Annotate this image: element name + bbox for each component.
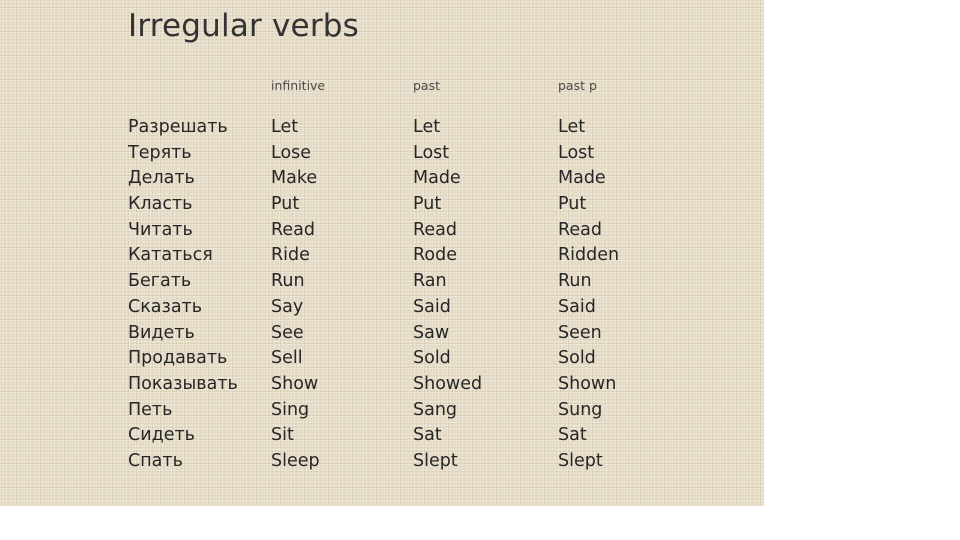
cell-past-participle: Shown: [558, 373, 617, 394]
cell-past-participle: Read: [558, 219, 602, 240]
cell-russian: Спать: [128, 450, 183, 471]
cell-past-participle: Seen: [558, 322, 602, 343]
cell-russian: Петь: [128, 399, 173, 420]
cell-past-participle: Sold: [558, 348, 596, 369]
cell-past-participle: Let: [558, 117, 586, 137]
cell-infinitive: Sleep: [271, 450, 320, 471]
table-row: Сказать Say Said Said: [128, 296, 748, 322]
table-row: Спать Sleep Slept Slept: [128, 450, 748, 476]
cell-past-participle: Sung: [558, 399, 603, 420]
cell-past: Sang: [413, 399, 458, 420]
cell-infinitive: Put: [271, 194, 300, 215]
cell-past: Read: [413, 219, 457, 240]
cell-past: Said: [413, 296, 451, 317]
table-row: Разрешать Let Let Let: [128, 116, 748, 142]
cell-infinitive: Show: [271, 373, 319, 394]
cell-past-participle: Run: [558, 271, 592, 292]
table-row: Продавать Sell Sold Sold: [128, 347, 748, 373]
table-row: Класть Put Put Put: [128, 193, 748, 219]
cell-russian: Показывать: [128, 373, 238, 394]
cell-russian: Бегать: [128, 271, 192, 292]
table-row: Показывать Show Showed Shown: [128, 373, 748, 399]
cell-past-participle: Sat: [558, 425, 587, 446]
cell-infinitive: Make: [271, 168, 318, 189]
cell-past: Sold: [413, 348, 451, 369]
table-row: Терять Lose Lost Lost: [128, 142, 748, 168]
cell-past-participle: Said: [558, 296, 596, 317]
cell-infinitive: Ride: [271, 245, 310, 266]
table-row: Петь Sing Sang Sung: [128, 399, 748, 425]
table-row: Кататься Ride Rode Ridden: [128, 244, 748, 270]
column-header-infinitive: infinitive: [271, 78, 326, 93]
cell-russian: Кататься: [128, 245, 213, 266]
table-row: Бегать Run Ran Run: [128, 270, 748, 296]
slide-content-area: Irregular verbs infinitive past past p Р…: [0, 0, 764, 506]
cell-past: Showed: [413, 373, 483, 394]
cell-past-participle: Made: [558, 168, 606, 189]
cell-infinitive: Lose: [271, 142, 312, 163]
cell-russian: Видеть: [128, 322, 195, 343]
cell-past: Made: [413, 168, 461, 189]
cell-russian: Класть: [128, 194, 193, 215]
cell-russian: Сказать: [128, 296, 203, 317]
table-row: Делать Make Made Made: [128, 167, 748, 193]
cell-past-participle: Slept: [558, 450, 603, 471]
column-header-past: past: [413, 78, 441, 93]
table-row: Сидеть Sit Sat Sat: [128, 424, 748, 450]
cell-infinitive: Run: [271, 271, 305, 292]
cell-past: Ran: [413, 271, 447, 292]
page-title: Irregular verbs: [128, 8, 360, 44]
table-row: Читать Read Read Read: [128, 219, 748, 245]
slide-right-margin: [764, 0, 960, 540]
cell-russian: Продавать: [128, 348, 228, 369]
cell-infinitive: See: [271, 322, 304, 343]
table-row: Видеть See Saw Seen: [128, 322, 748, 348]
cell-past: Rode: [413, 245, 457, 266]
cell-past: Put: [413, 194, 442, 215]
cell-past: Sat: [413, 425, 442, 446]
cell-infinitive: Sell: [271, 348, 303, 369]
cell-infinitive: Let: [271, 117, 299, 137]
cell-russian: Делать: [128, 168, 195, 189]
table-header-row: infinitive past past p: [128, 78, 748, 100]
cell-past: Saw: [413, 322, 450, 343]
slide-canvas: Irregular verbs infinitive past past p Р…: [0, 0, 960, 540]
cell-infinitive: Sing: [271, 399, 310, 420]
cell-russian: Терять: [128, 142, 192, 163]
cell-infinitive: Sit: [271, 425, 294, 446]
irregular-verbs-table: Разрешать Let Let Let Терять Lose Lost L…: [128, 116, 748, 476]
column-header-past-participle: past p: [558, 78, 597, 93]
cell-russian: Читать: [128, 219, 193, 240]
cell-infinitive: Say: [271, 296, 304, 317]
cell-past: Let: [413, 117, 441, 137]
cell-past-participle: Put: [558, 194, 587, 215]
cell-russian: Сидеть: [128, 425, 195, 446]
cell-past: Lost: [413, 142, 450, 163]
slide-bottom-margin: [0, 506, 960, 540]
cell-russian: Разрешать: [128, 117, 228, 137]
cell-past: Slept: [413, 450, 458, 471]
cell-past-participle: Ridden: [558, 245, 620, 266]
cell-past-participle: Lost: [558, 142, 595, 163]
cell-infinitive: Read: [271, 219, 315, 240]
